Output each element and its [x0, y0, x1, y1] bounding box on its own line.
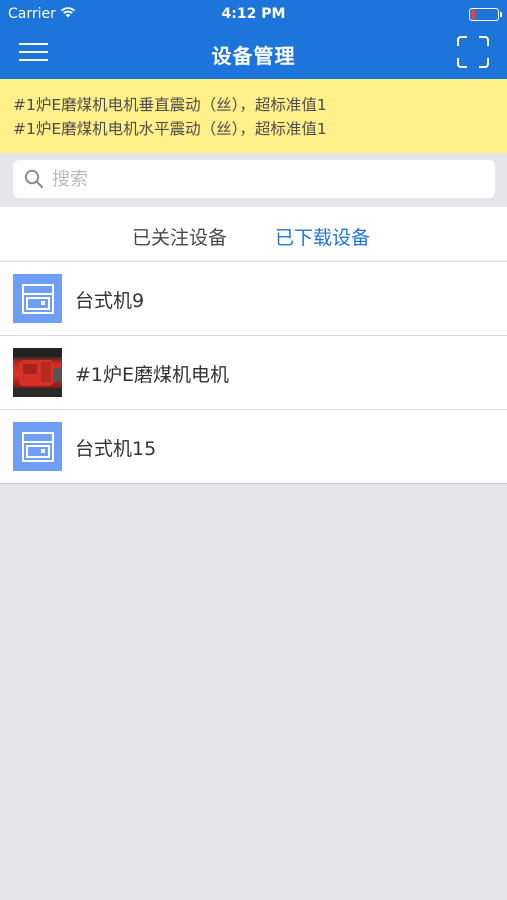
- search-input[interactable]: [52, 168, 472, 190]
- alarm-line: #1炉E磨煤机电机水平震动（丝），超标准值1: [13, 120, 327, 138]
- alarm-line: #1炉E磨煤机电机垂直震动（丝），超标准值1: [13, 96, 327, 114]
- battery-level: [471, 10, 475, 19]
- motor-photo: [13, 348, 62, 397]
- tab-downloaded-devices[interactable]: 已下载设备: [275, 223, 370, 250]
- app-header: Carrier 4:12 PM 设备管理: [0, 0, 507, 79]
- device-name: #1炉E磨煤机电机: [75, 364, 230, 386]
- device-list-item[interactable]: 台式机15: [0, 410, 507, 484]
- scan-frame-icon: [457, 36, 489, 68]
- device-list: 台式机9 #1炉E磨煤机电机 台式机15: [0, 262, 507, 484]
- alarm-banner[interactable]: #1炉E磨煤机电机垂直震动（丝），超标准值1 #1炉E磨煤机电机水平震动（丝），…: [0, 79, 507, 153]
- scan-button[interactable]: [457, 36, 489, 68]
- device-cabinet-icon: [13, 274, 62, 323]
- status-bar: Carrier 4:12 PM: [0, 0, 507, 28]
- tab-followed-devices[interactable]: 已关注设备: [132, 223, 227, 250]
- device-name: 台式机15: [75, 438, 157, 460]
- device-cabinet-icon: [13, 422, 62, 471]
- device-name: 台式机9: [75, 290, 145, 312]
- page-title: 设备管理: [211, 44, 296, 68]
- navigation-bar: 设备管理: [0, 28, 507, 79]
- status-time: 4:12 PM: [221, 6, 286, 22]
- search-box[interactable]: [13, 160, 495, 198]
- device-tabs: 已关注设备 已下载设备: [0, 207, 507, 262]
- search-icon: [24, 169, 44, 189]
- device-list-item[interactable]: #1炉E磨煤机电机: [0, 336, 507, 410]
- battery-icon: [469, 8, 502, 21]
- device-list-item[interactable]: 台式机9: [0, 262, 507, 336]
- search-bar: [0, 153, 507, 207]
